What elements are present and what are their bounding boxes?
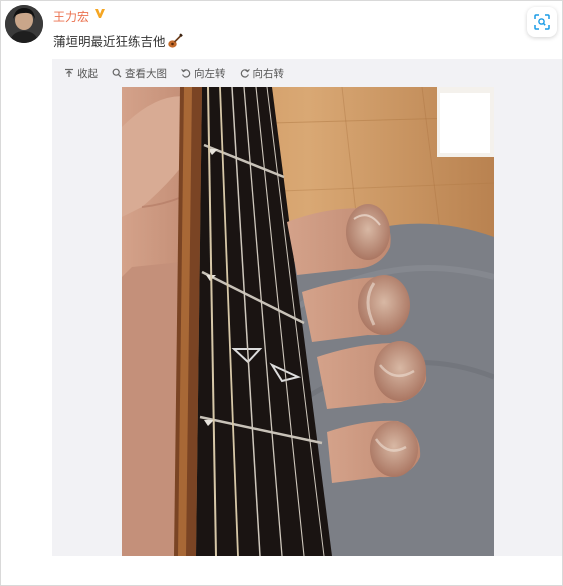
rotate-right-button[interactable]: 向右转 bbox=[240, 66, 285, 81]
guitar-fretboard-photo bbox=[122, 87, 494, 556]
collapse-button[interactable]: 收起 bbox=[64, 66, 98, 81]
rotate-left-icon bbox=[181, 69, 191, 78]
avatar[interactable] bbox=[5, 5, 43, 43]
collapse-label: 收起 bbox=[77, 67, 98, 80]
post-photo[interactable] bbox=[122, 87, 494, 556]
collapse-up-icon bbox=[65, 68, 73, 77]
rotate-left-button[interactable]: 向左转 bbox=[181, 66, 226, 81]
rotate-right-label: 向右转 bbox=[252, 67, 285, 80]
rotate-left-label: 向左转 bbox=[194, 67, 226, 80]
media-toolbar: 收起 查看大图 向左转 向右转 bbox=[64, 64, 298, 82]
weibo-post: 王力宏 蒲垣明最近狂练吉他 收起 查看大图 向左转 向右转 bbox=[0, 0, 563, 586]
guitar-emoji-icon bbox=[167, 33, 183, 48]
media-expanded-panel: 收起 查看大图 向左转 向右转 bbox=[52, 59, 562, 556]
image-scan-button[interactable] bbox=[527, 7, 557, 37]
username-link[interactable]: 王力宏 bbox=[53, 8, 89, 25]
post-text: 蒲垣明最近狂练吉他 bbox=[53, 34, 166, 49]
avatar-image bbox=[5, 5, 43, 43]
verified-v-badge-icon bbox=[95, 9, 105, 18]
rotate-right-icon bbox=[240, 69, 250, 78]
post-content: 蒲垣明最近狂练吉他 bbox=[53, 31, 183, 50]
view-large-label: 查看大图 bbox=[125, 67, 167, 80]
view-large-button[interactable]: 查看大图 bbox=[112, 66, 167, 81]
image-scan-icon bbox=[534, 14, 550, 30]
magnifier-icon bbox=[112, 68, 122, 78]
